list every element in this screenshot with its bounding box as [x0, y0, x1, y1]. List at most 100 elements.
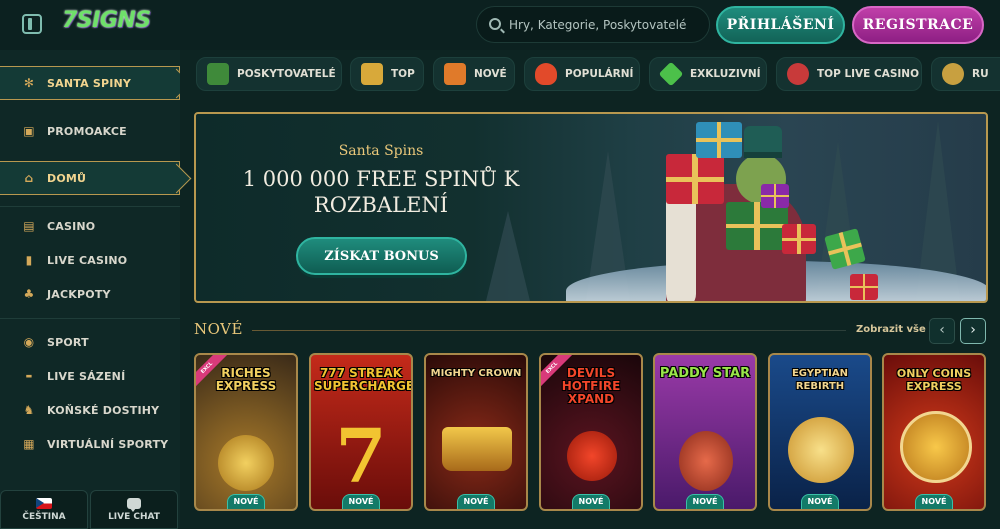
game-tile-777-streak[interactable]: 7 777 STREAK SUPERCHARGED NOVÉ	[309, 353, 413, 511]
sidebar-item-live-casino[interactable]: ▮ LIVE CASINO	[0, 243, 180, 277]
game-title: RICHES EXPRESS	[215, 366, 277, 393]
chips-icon	[787, 63, 809, 85]
game-tile-mighty-crown[interactable]: MIGHTY CROWN NOVÉ	[424, 353, 528, 511]
sidebar-item-label: JACKPOTY	[47, 287, 111, 301]
devil-artwork	[567, 431, 617, 481]
game-title: 777 STREAK SUPERCHARGED	[314, 366, 411, 393]
category-label: POPULÁRNÍ	[565, 68, 634, 80]
banner-title: 1 000 000 FREE SPINŮ K ROZBALENÍ	[196, 166, 566, 218]
language-button[interactable]: ČEŠTINA	[0, 490, 88, 529]
promo-banner[interactable]: Santa Spins 1 000 000 FREE SPINŮ K ROZBA…	[194, 112, 988, 303]
live-chat-button[interactable]: LIVE CHAT	[90, 490, 178, 529]
coin-artwork	[900, 411, 972, 483]
sidebar-item-jackpoty[interactable]: ♣ JACKPOTY	[0, 277, 180, 311]
category-top[interactable]: TOP	[350, 57, 424, 91]
seven-artwork: 7	[335, 414, 387, 500]
game-tile-devils-hotfire[interactable]: EXCL DEVILS HOTFIRE XPAND NOVÉ	[539, 353, 643, 511]
sidebar-item-virtualni-sporty[interactable]: ▦ VIRTUÁLNÍ SPORTY	[0, 427, 180, 461]
category-label: RU	[972, 68, 989, 80]
category-nove[interactable]: NOVÉ	[433, 57, 515, 91]
sidebar-item-casino[interactable]: ▤ CASINO	[0, 209, 180, 243]
gift-box-icon	[850, 274, 878, 300]
sidebar-item-label: KOŇSKÉ DOSTIHY	[47, 403, 160, 417]
book-icon	[207, 63, 229, 85]
category-top-live-casino[interactable]: TOP LIVE CASINO	[776, 57, 922, 91]
gift-box-icon	[696, 122, 742, 158]
section-divider	[252, 330, 846, 331]
game-tile-egyptian-rebirth[interactable]: EGYPTIAN REBIRTH NOVÉ	[768, 353, 872, 511]
sidebar-item-label: LIVE CASINO	[47, 253, 128, 267]
category-ruleta[interactable]: RU	[931, 57, 1000, 91]
register-button[interactable]: REGISTRACE	[852, 6, 984, 44]
cards-icon: ▮	[25, 253, 33, 267]
game-title: EGYPTIAN REBIRTH	[791, 368, 849, 392]
home-icon: ⌂	[24, 171, 34, 185]
roulette-icon	[942, 63, 964, 85]
fire-icon	[535, 63, 557, 85]
sidebar-item-domu[interactable]: ⌂ DOMŮ	[0, 161, 180, 195]
new-badge: NOVÉ	[801, 494, 839, 509]
banner-title-line: ROZBALENÍ	[313, 193, 449, 217]
live-chat-label: LIVE CHAT	[108, 511, 160, 522]
category-bar: POSKYTOVATELÉ TOP NOVÉ POPULÁRNÍ EXKLUZI…	[180, 50, 1000, 98]
clover-icon: ♣	[23, 287, 35, 301]
logo[interactable]: 7SIGNS	[62, 8, 151, 33]
sidebar-item-label: SPORT	[47, 335, 89, 349]
virtual-icon: ▦	[23, 437, 35, 451]
sidebar-item-live-sazeni[interactable]: ▬ LIVE SÁZENÍ	[0, 359, 180, 393]
language-label: ČEŠTINA	[22, 511, 66, 522]
game-title: ONLY COINS EXPRESS	[896, 367, 972, 393]
game-tile-riches-express[interactable]: EXCL RICHES EXPRESS NOVÉ	[194, 353, 298, 511]
basketball-icon: ◉	[23, 335, 35, 349]
search-input[interactable]	[509, 15, 699, 35]
sidebar-item-label: DOMŮ	[47, 171, 87, 185]
show-all-link[interactable]: Zobrazit vše	[856, 324, 926, 335]
sidebar-item-santa-spiny[interactable]: ✻ SANTA SPINY	[0, 66, 180, 100]
search-bar[interactable]	[476, 6, 710, 43]
category-popularni[interactable]: POPULÁRNÍ	[524, 57, 640, 91]
gift-icon: ▣	[23, 124, 35, 138]
category-label: POSKYTOVATELÉ	[237, 68, 336, 80]
game-tile-paddy-star[interactable]: PADDY STAR NOVÉ	[653, 353, 757, 511]
crown-artwork	[442, 427, 512, 471]
sidebar-toggle-icon[interactable]	[22, 14, 42, 34]
divider	[0, 206, 180, 207]
sidebar-item-label: PROMOAKCE	[47, 124, 127, 138]
sidebar-item-label: VIRTUÁLNÍ SPORTY	[47, 437, 169, 451]
category-label: TOP	[391, 68, 415, 80]
leprechaun-artwork	[679, 431, 733, 491]
casino-app: 7SIGNS PŘIHLÁŠENÍ REGISTRACE ✻ SANTA SPI…	[0, 0, 1000, 529]
horse-icon: ♞	[23, 403, 35, 417]
category-exkluzivni[interactable]: EXKLUZIVNÍ	[649, 57, 767, 91]
gift-box-icon	[666, 154, 724, 204]
divider	[0, 318, 180, 319]
get-bonus-button[interactable]: ZÍSKAT BONUS	[296, 237, 467, 275]
sidebar-item-sport[interactable]: ◉ SPORT	[0, 325, 180, 359]
chevron-right-icon[interactable]: ›	[960, 318, 986, 344]
login-button[interactable]: PŘIHLÁŠENÍ	[716, 6, 845, 44]
game-tile-only-coins[interactable]: ONLY COINS EXPRESS NOVÉ	[882, 353, 986, 511]
search-icon	[489, 18, 501, 30]
new-badge: NOVÉ	[915, 494, 953, 509]
slot-machine-icon: ▤	[23, 219, 35, 233]
sidebar-item-konske-dostihy[interactable]: ♞ KOŇSKÉ DOSTIHY	[0, 393, 180, 427]
chevron-left-icon[interactable]: ‹	[929, 318, 955, 344]
category-poskytovatele[interactable]: POSKYTOVATELÉ	[196, 57, 342, 91]
gift-box-icon	[761, 184, 789, 208]
snowflake-icon: ✻	[23, 76, 35, 90]
new-badge: NOVÉ	[457, 494, 495, 509]
new-badge: NOVÉ	[227, 494, 265, 509]
sidebar-item-label: LIVE SÁZENÍ	[47, 369, 126, 383]
sidebar-bottom-bar: ČEŠTINA LIVE CHAT	[0, 490, 180, 529]
category-label: EXKLUZIVNÍ	[690, 68, 761, 80]
czech-flag-icon	[36, 497, 52, 509]
crown-icon	[361, 63, 383, 85]
sidebar-item-promoakce[interactable]: ▣ PROMOAKCE	[0, 114, 180, 148]
game-title: PADDY STAR	[659, 366, 751, 381]
scarab-coin-artwork	[788, 417, 854, 483]
megaphone-icon	[444, 63, 466, 85]
chat-icon	[127, 497, 141, 512]
gift-box-icon	[782, 224, 816, 254]
section-title-nove: NOVÉ	[194, 320, 243, 338]
live-icon: ▬	[25, 372, 33, 380]
